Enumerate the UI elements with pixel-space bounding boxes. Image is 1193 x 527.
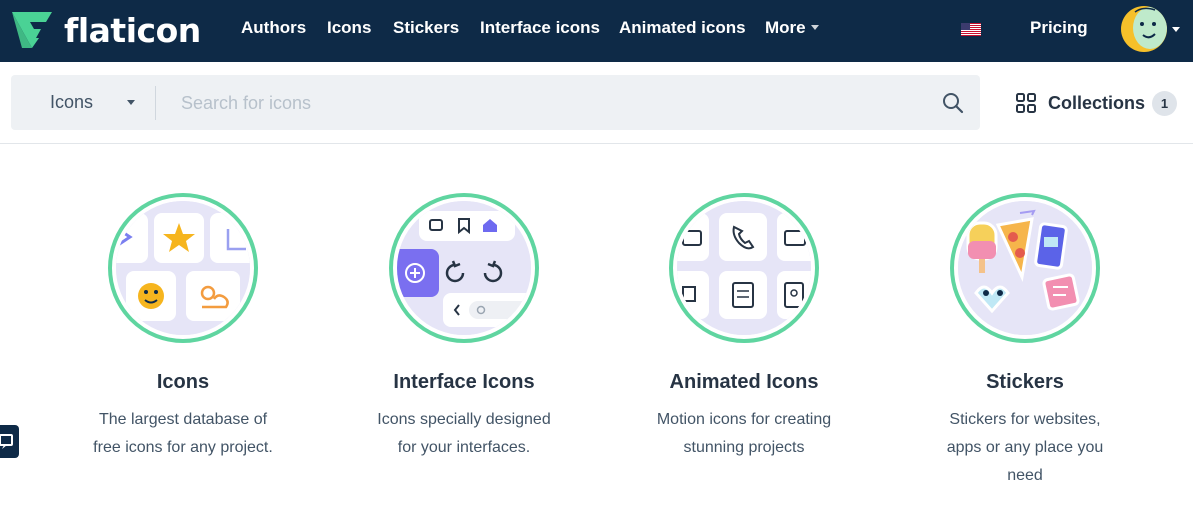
category-stickers-circle xyxy=(950,193,1100,343)
collections-label: Collections xyxy=(1048,92,1146,113)
interface-icons-illustration xyxy=(397,201,531,335)
search-input[interactable] xyxy=(171,87,911,119)
logo-text: flaticon xyxy=(64,10,201,50)
category-animated-icons-circle xyxy=(669,193,819,343)
nav-animated-icons[interactable]: Animated icons xyxy=(619,18,746,38)
category-icons[interactable]: Icons The largest database of free icons… xyxy=(53,193,313,462)
stickers-illustration xyxy=(958,201,1092,335)
nav-interface-icons[interactable]: Interface icons xyxy=(480,18,600,38)
category-title: Stickers xyxy=(986,371,1064,393)
chevron-down-icon[interactable] xyxy=(127,100,135,105)
feedback-tab[interactable] xyxy=(0,425,19,458)
top-navigation: flaticon Authors Icons Stickers Interfac… xyxy=(0,0,1193,62)
nav-more-label: More xyxy=(765,18,806,37)
nav-icons[interactable]: Icons xyxy=(327,18,371,38)
flaticon-logo[interactable]: flaticon xyxy=(10,10,201,50)
collections-count-badge: 1 xyxy=(1152,90,1178,116)
us-flag-icon[interactable] xyxy=(961,23,981,36)
interface-collage-icon xyxy=(397,201,531,335)
collections-button[interactable]: Collections 1 xyxy=(1016,90,1178,116)
category-animated-icons[interactable]: Animated Icons Motion icons for creating… xyxy=(614,193,874,462)
category-description: Stickers for websites, apps or any place… xyxy=(946,411,1104,484)
search-type-select[interactable]: Icons xyxy=(50,92,93,113)
category-title: Animated Icons xyxy=(669,371,819,393)
nav-authors[interactable]: Authors xyxy=(241,18,306,38)
nav-stickers[interactable]: Stickers xyxy=(393,18,459,38)
animated-collage-icon xyxy=(677,201,811,335)
category-description: Motion icons for creating stunning proje… xyxy=(656,411,832,456)
animated-icons-illustration xyxy=(677,201,811,335)
grid-icon xyxy=(1016,93,1036,113)
category-interface-icons-circle xyxy=(389,193,539,343)
category-description: The largest database of free icons for a… xyxy=(93,411,273,456)
chevron-down-icon xyxy=(810,25,819,30)
avatar[interactable] xyxy=(1121,6,1167,52)
search-icon[interactable] xyxy=(942,92,964,114)
category-stickers[interactable]: Stickers Stickers for websites, apps or … xyxy=(895,193,1155,490)
search-divider xyxy=(155,86,156,120)
chevron-down-icon[interactable] xyxy=(1172,27,1180,32)
category-interface-icons[interactable]: Interface Icons Icons specially designed… xyxy=(334,193,594,462)
icons-collage-icon xyxy=(116,201,250,335)
nav-more[interactable]: More xyxy=(765,18,819,38)
icons-illustration xyxy=(116,201,250,335)
search-bar: Icons xyxy=(11,75,980,130)
category-icons-circle xyxy=(108,193,258,343)
user-avatar-icon xyxy=(1121,6,1167,52)
feedback-icon xyxy=(0,434,13,449)
category-description: Icons specially designed for your interf… xyxy=(377,411,551,456)
category-title: Icons xyxy=(156,371,210,393)
flaticon-logo-icon xyxy=(12,12,52,48)
category-title: Interface Icons xyxy=(393,371,535,393)
header-divider xyxy=(0,143,1193,144)
nav-pricing[interactable]: Pricing xyxy=(1030,18,1088,38)
stickers-collage-icon xyxy=(958,201,1092,335)
